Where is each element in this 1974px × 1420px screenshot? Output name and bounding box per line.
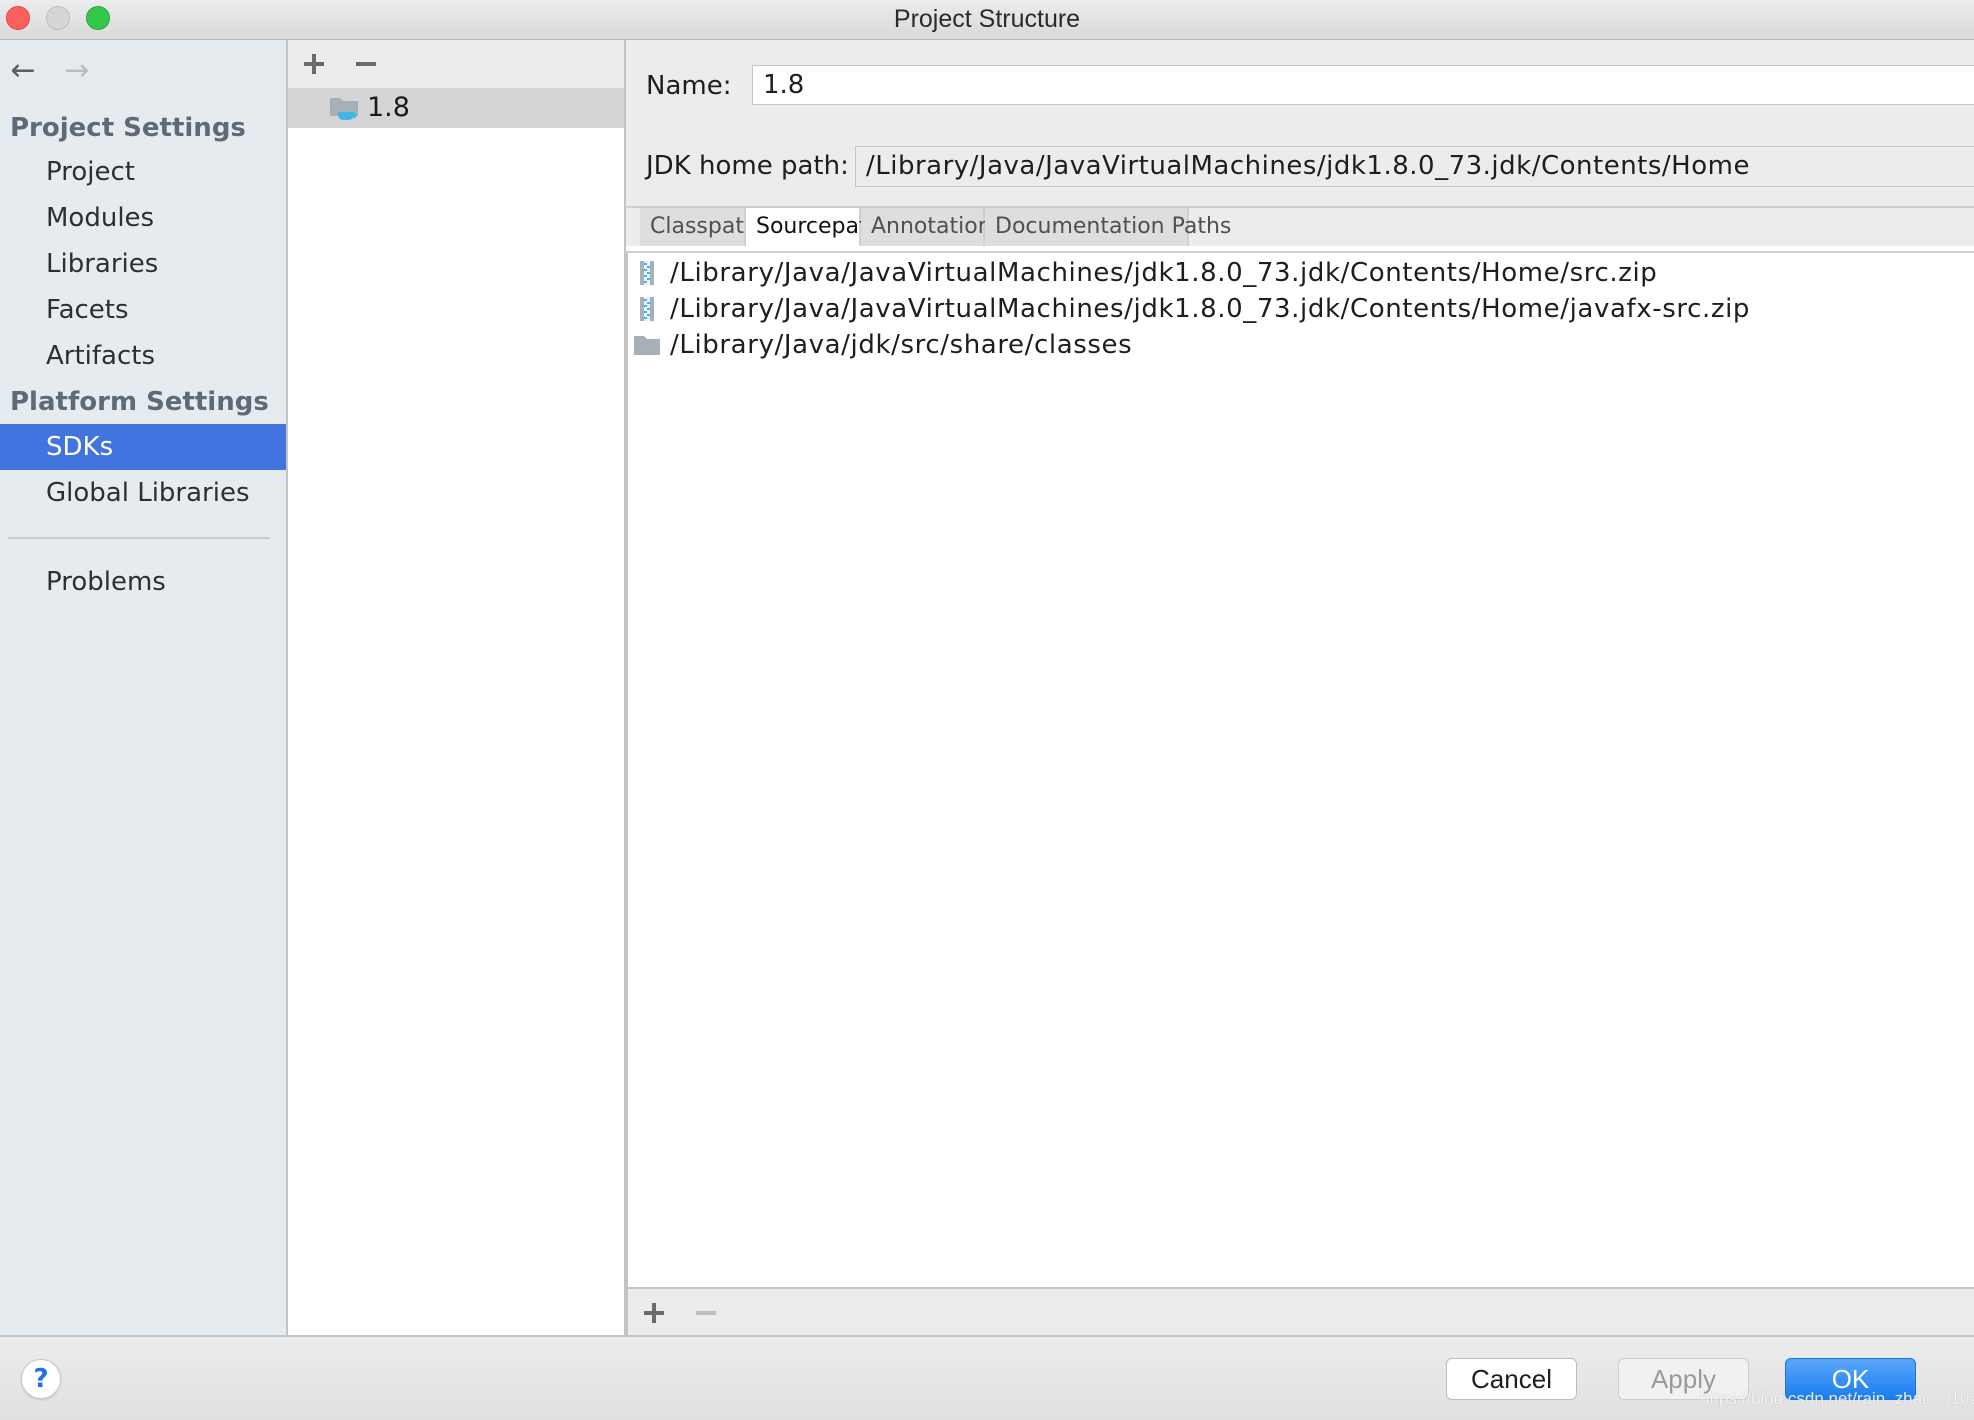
section-heading-platform-settings: Platform Settings <box>10 387 269 417</box>
watermark-text: https://blog.csdn.net/rain_zhao_0102 <box>1700 1389 1974 1408</box>
jdk-home-path-label: JDK home path: <box>646 151 849 181</box>
jdk-folder-icon <box>330 98 358 120</box>
path-text: /Library/Java/JavaVirtualMachines/jdk1.8… <box>670 294 1751 324</box>
sidebar-item-facets[interactable]: Facets <box>0 287 286 333</box>
tab-classpath[interactable]: Classpath <box>640 208 758 246</box>
sdk-name-input[interactable]: 1.8 <box>752 65 1974 105</box>
list-item[interactable]: /Library/Java/JavaVirtualMachines/jdk1.8… <box>628 291 1974 327</box>
arrow-left-icon[interactable]: ← <box>6 54 40 88</box>
sidebar-divider <box>8 537 270 539</box>
tab-annotations[interactable]: Annotations <box>861 208 1003 246</box>
sidebar-item-artifacts[interactable]: Artifacts <box>0 333 286 379</box>
dialog-footer: ? Cancel Apply OK https://blog.csdn.net/… <box>0 1335 1974 1420</box>
path-text: /Library/Java/jdk/src/share/classes <box>670 330 1133 360</box>
arrow-right-icon[interactable]: → <box>60 54 94 88</box>
jdk-home-path-field[interactable]: /Library/Java/JavaVirtualMachines/jdk1.8… <box>855 146 1974 187</box>
sidebar-item-libraries[interactable]: Libraries <box>0 241 286 287</box>
remove-path-button[interactable] <box>690 1297 722 1329</box>
sidebar-item-global-libraries[interactable]: Global Libraries <box>0 470 286 516</box>
sdk-name-label: 1.8 <box>367 92 410 123</box>
sourcepath-toolbar <box>626 1287 1974 1337</box>
sdk-list-panel: 1.8 <box>288 40 626 1335</box>
list-item[interactable]: /Library/Java/jdk/src/share/classes <box>628 327 1974 363</box>
window-title: Project Structure <box>893 5 1081 33</box>
remove-sdk-button[interactable] <box>350 48 382 80</box>
sdk-list-item[interactable]: 1.8 <box>288 88 624 128</box>
section-heading-project-settings: Project Settings <box>10 113 246 143</box>
sourcepath-list: /Library/Java/JavaVirtualMachines/jdk1.8… <box>626 253 1974 1287</box>
tab-sourcepath[interactable]: Sourcepath <box>746 208 882 248</box>
sidebar-item-problems[interactable]: Problems <box>0 559 286 605</box>
cancel-button[interactable]: Cancel <box>1446 1358 1577 1400</box>
sdk-details-panel: Name: 1.8 JDK home path: /Library/Java/J… <box>626 40 1974 1337</box>
folder-icon <box>634 336 660 355</box>
sidebar-item-sdks[interactable]: SDKs <box>0 424 286 470</box>
tab-documentation-paths[interactable]: Documentation Paths <box>985 208 1231 246</box>
sdk-list-toolbar <box>288 40 624 88</box>
name-label: Name: <box>646 71 732 101</box>
help-button[interactable]: ? <box>21 1359 61 1399</box>
zip-archive-icon <box>640 261 654 285</box>
add-path-button[interactable] <box>638 1297 670 1329</box>
path-text: /Library/Java/JavaVirtualMachines/jdk1.8… <box>670 258 1658 288</box>
sidebar: ← → Project Settings Project Modules Lib… <box>0 40 288 1335</box>
jdk-home-path-value: /Library/Java/JavaVirtualMachines/jdk1.8… <box>866 151 1750 181</box>
sidebar-item-modules[interactable]: Modules <box>0 195 286 241</box>
path-tabs: Classpath Sourcepath Annotations Documen… <box>626 206 1974 248</box>
list-item[interactable]: /Library/Java/JavaVirtualMachines/jdk1.8… <box>628 255 1974 291</box>
title-bar: Project Structure <box>0 0 1974 40</box>
sidebar-item-project[interactable]: Project <box>0 149 286 195</box>
zip-archive-icon <box>640 297 654 321</box>
add-sdk-button[interactable] <box>298 48 330 80</box>
tabstrip-separator <box>626 246 1974 253</box>
